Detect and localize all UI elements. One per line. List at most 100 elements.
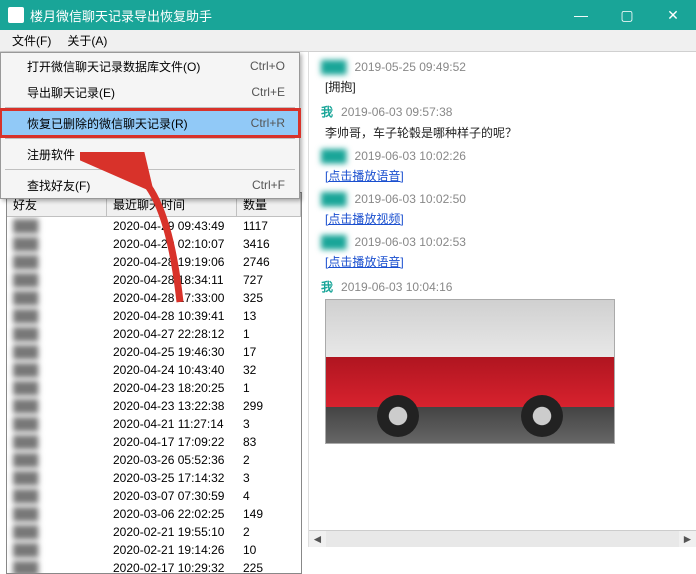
menu-separator xyxy=(5,138,295,139)
cell-time: 2020-04-28 18:34:11 xyxy=(107,271,237,289)
table-row[interactable]: ███2020-03-26 05:52:362 xyxy=(7,451,301,469)
table-row[interactable]: ███2020-02-21 19:14:2610 xyxy=(7,541,301,559)
minimize-button[interactable]: — xyxy=(558,0,604,30)
play-audio-link[interactable]: [点击播放语音] xyxy=(325,169,404,183)
table-row[interactable]: ███2020-04-24 10:43:4032 xyxy=(7,361,301,379)
table-row[interactable]: ███2020-02-17 10:29:32225 xyxy=(7,559,301,574)
scroll-track[interactable] xyxy=(326,531,679,547)
close-button[interactable]: ✕ xyxy=(650,0,696,30)
menu-register[interactable]: 注册软件 xyxy=(1,141,299,167)
cell-friend: ███ xyxy=(7,289,107,307)
table-row[interactable]: ███2020-04-23 13:22:38299 xyxy=(7,397,301,415)
cell-time: 2020-02-21 19:55:10 xyxy=(107,523,237,541)
table-row[interactable]: ███2020-04-28 17:33:00325 xyxy=(7,289,301,307)
cell-count: 1 xyxy=(237,325,301,343)
cell-time: 2020-03-07 07:30:59 xyxy=(107,487,237,505)
maximize-button[interactable]: ▢ xyxy=(604,0,650,30)
menu-open-db[interactable]: 打开微信聊天记录数据库文件(O) Ctrl+O xyxy=(1,53,299,79)
msg-time: 2019-06-03 10:02:53 xyxy=(355,235,466,249)
cell-time: 2020-04-29 09:43:49 xyxy=(107,217,237,235)
cell-friend: ███ xyxy=(7,541,107,559)
cell-friend: ███ xyxy=(7,235,107,253)
scroll-left-icon[interactable]: ◄ xyxy=(309,531,326,548)
menu-recover-deleted[interactable]: 恢复已删除的微信聊天记录(R) Ctrl+R xyxy=(1,110,299,136)
cell-friend: ███ xyxy=(7,361,107,379)
cell-count: 4 xyxy=(237,487,301,505)
table-row[interactable]: ███2020-04-28 19:19:062746 xyxy=(7,253,301,271)
msg-time: 2019-06-03 10:02:50 xyxy=(355,192,466,206)
table-row[interactable]: ███2020-04-21 11:27:143 xyxy=(7,415,301,433)
cell-friend: ███ xyxy=(7,325,107,343)
cell-count: 325 xyxy=(237,289,301,307)
table-row[interactable]: ███2020-04-17 17:09:2283 xyxy=(7,433,301,451)
chat-message: ███ 2019-06-03 10:02:53 [点击播放语音] xyxy=(321,235,684,270)
cell-count: 225 xyxy=(237,559,301,574)
cell-friend: ███ xyxy=(7,271,107,289)
table-row[interactable]: ███2020-03-25 17:14:323 xyxy=(7,469,301,487)
cell-time: 2020-04-25 19:46:30 xyxy=(107,343,237,361)
cell-time: 2020-03-06 22:02:25 xyxy=(107,505,237,523)
sender-name: ███ xyxy=(321,235,347,249)
chat-scroll-area[interactable]: ███2019-05-25 09:49:52 [拥抱] 我2019-06-03 … xyxy=(309,52,696,530)
chat-message: 我2019-06-03 09:57:38 李帅哥，车子轮毂是哪种样子的呢？ xyxy=(321,103,684,141)
play-video-link[interactable]: [点击播放视频] xyxy=(325,212,404,226)
cell-time: 2020-04-24 10:43:40 xyxy=(107,361,237,379)
table-row[interactable]: ███2020-04-29 02:10:073416 xyxy=(7,235,301,253)
msg-time: 2019-06-03 10:02:26 xyxy=(355,149,466,163)
table-row[interactable]: ███2020-04-27 22:28:121 xyxy=(7,325,301,343)
msg-body: 李帅哥，车子轮毂是哪种样子的呢？ xyxy=(321,120,684,141)
cell-count: 10 xyxy=(237,541,301,559)
scroll-right-icon[interactable]: ► xyxy=(679,531,696,548)
table-row[interactable]: ███2020-02-21 19:55:102 xyxy=(7,523,301,541)
cell-time: 2020-04-27 22:28:12 xyxy=(107,325,237,343)
cell-time: 2020-04-23 13:22:38 xyxy=(107,397,237,415)
wheel-icon xyxy=(521,395,563,437)
car-image[interactable] xyxy=(325,299,615,444)
table-row[interactable]: ███2020-03-07 07:30:594 xyxy=(7,487,301,505)
menu-export[interactable]: 导出聊天记录(E) Ctrl+E xyxy=(1,79,299,105)
cell-friend: ███ xyxy=(7,379,107,397)
cell-count: 2746 xyxy=(237,253,301,271)
friend-table-body[interactable]: ███2020-04-29 09:43:491117███2020-04-29 … xyxy=(7,217,301,574)
table-row[interactable]: ███2020-04-25 19:46:3017 xyxy=(7,343,301,361)
horizontal-scrollbar[interactable]: ◄ ► xyxy=(309,530,696,547)
cell-time: 2020-03-26 05:52:36 xyxy=(107,451,237,469)
cell-friend: ███ xyxy=(7,217,107,235)
cell-count: 3 xyxy=(237,415,301,433)
titlebar: 楼月微信聊天记录导出恢复助手 — ▢ ✕ xyxy=(0,0,696,30)
sender-name: ███ xyxy=(321,60,347,74)
cell-friend: ███ xyxy=(7,433,107,451)
cell-count: 2 xyxy=(237,523,301,541)
table-row[interactable]: ███2020-04-23 18:20:251 xyxy=(7,379,301,397)
table-row[interactable]: ███2020-04-28 10:39:4113 xyxy=(7,307,301,325)
cell-time: 2020-02-21 19:14:26 xyxy=(107,541,237,559)
play-audio-link[interactable]: [点击播放语音] xyxy=(325,255,404,269)
window-title: 楼月微信聊天记录导出恢复助手 xyxy=(30,6,558,25)
wheel-icon xyxy=(377,395,419,437)
cell-count: 727 xyxy=(237,271,301,289)
cell-count: 32 xyxy=(237,361,301,379)
cell-count: 2 xyxy=(237,451,301,469)
cell-time: 2020-03-25 17:14:32 xyxy=(107,469,237,487)
friend-table: 好友 最近聊天时间 数量 ███2020-04-29 09:43:491117█… xyxy=(6,192,302,574)
menu-find-friend[interactable]: 查找好友(F) Ctrl+F xyxy=(1,172,299,198)
cell-time: 2020-04-29 02:10:07 xyxy=(107,235,237,253)
table-row[interactable]: ███2020-04-29 09:43:491117 xyxy=(7,217,301,235)
cell-friend: ███ xyxy=(7,487,107,505)
sender-name: ███ xyxy=(321,149,347,163)
sender-name: 我 xyxy=(321,278,333,295)
cell-friend: ███ xyxy=(7,253,107,271)
table-row[interactable]: ███2020-03-06 22:02:25149 xyxy=(7,505,301,523)
chat-message: 我2019-06-03 10:04:16 xyxy=(321,278,684,444)
menu-about[interactable]: 关于(A) xyxy=(59,30,115,51)
file-dropdown-menu: 打开微信聊天记录数据库文件(O) Ctrl+O 导出聊天记录(E) Ctrl+E… xyxy=(0,52,300,199)
menu-file[interactable]: 文件(F) xyxy=(4,30,59,51)
cell-count: 1117 xyxy=(237,217,301,235)
cell-time: 2020-04-21 11:27:14 xyxy=(107,415,237,433)
table-row[interactable]: ███2020-04-28 18:34:11727 xyxy=(7,271,301,289)
menu-separator xyxy=(5,107,295,108)
app-icon xyxy=(8,7,24,23)
cell-time: 2020-02-17 10:29:32 xyxy=(107,559,237,574)
cell-friend: ███ xyxy=(7,451,107,469)
menubar: 文件(F) 关于(A) xyxy=(0,30,696,52)
